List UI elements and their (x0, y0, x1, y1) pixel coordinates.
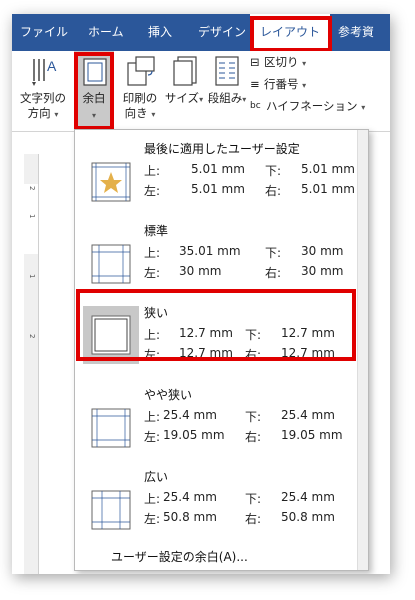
top-label: 上: (144, 492, 161, 506)
left-label: 左: (144, 266, 161, 280)
line-numbers-label: 行番号 ▾ (264, 77, 307, 91)
top-label: 上: (144, 410, 161, 424)
tab-design[interactable]: デザイン (198, 14, 246, 51)
bottom-value: 25.4 mm (281, 408, 335, 422)
breaks-button[interactable]: ⊟ 区切り ▾ (250, 53, 370, 73)
top-label: 上: (144, 164, 161, 178)
right-label: 右: (265, 266, 282, 280)
dropdown-scrollbar[interactable] (357, 130, 368, 570)
orientation-label-1: 印刷の (122, 91, 158, 105)
left-value: 5.01 mm (191, 182, 245, 196)
top-value: 25.4 mm (163, 490, 217, 504)
right-value: 30 mm (301, 264, 344, 278)
left-label: 左: (144, 184, 161, 198)
margin-preset-wide[interactable]: 広い 上: 25.4 mm 下: 25.4 mm 左: 50.8 mm 右: 5… (75, 466, 358, 540)
breaks-label: 区切り ▾ (264, 55, 307, 69)
bottom-label: 下: (245, 492, 262, 506)
bottom-label: 下: (265, 246, 282, 260)
preset-thumbnail (83, 240, 139, 288)
left-label: 左: (144, 512, 161, 526)
left-value: 30 mm (179, 264, 222, 278)
bottom-value: 25.4 mm (281, 490, 335, 504)
hyphenation-label: ハイフネーション ▾ (266, 99, 366, 113)
star-margin-icon (91, 162, 131, 202)
ribbon-tab-bar: ファイル ホーム 挿入 デザイン レイアウト 参考資 (12, 14, 390, 51)
ruler-page-area (24, 184, 38, 254)
tab-insert[interactable]: 挿入 (148, 14, 172, 51)
left-value: 19.05 mm (163, 428, 225, 442)
narrow-preset-highlight (76, 289, 356, 361)
left-value: 50.8 mm (163, 510, 217, 524)
bottom-value: 5.01 mm (301, 162, 355, 176)
preset-thumbnail (83, 158, 139, 206)
size-label: サイズ▾ (164, 91, 204, 105)
margin-preset-last-custom[interactable]: 最後に適用したユーザー設定 上: 5.01 mm 下: 5.01 mm 左: 5… (75, 138, 358, 212)
margin-preset-moderate[interactable]: やや狭い 上: 25.4 mm 下: 25.4 mm 左: 19.05 mm 右… (75, 384, 358, 458)
line-numbers-icon: ≡ (250, 77, 260, 91)
ruler-tick: 1 (28, 214, 36, 219)
page-setup-ribbon: A 文字列の 方向 ▾ 余白 ▾ 印刷の 向き ▾ サイズ▾ 段組み▾ ⊟ 区切… (12, 51, 390, 132)
text-direction-button[interactable]: A 文字列の 方向 ▾ (18, 51, 68, 131)
text-direction-icon: A (32, 58, 57, 86)
right-label: 右: (245, 512, 262, 526)
preset-name: 最後に適用したユーザー設定 (144, 142, 300, 156)
size-button[interactable]: サイズ▾ (164, 51, 204, 131)
preset-name: やや狭い (144, 388, 193, 402)
preset-thumbnail (83, 486, 139, 534)
top-value: 35.01 mm (179, 244, 241, 258)
ruler-tick: 2 (28, 186, 36, 191)
hyphenation-icon: bc (250, 101, 261, 111)
breaks-icon: ⊟ (250, 55, 260, 69)
bottom-label: 下: (245, 410, 262, 424)
left-label: 左: (144, 430, 161, 444)
preset-name: 標準 (144, 224, 169, 238)
line-numbers-button[interactable]: ≡ 行番号 ▾ (250, 75, 370, 95)
word-window: ファイル ホーム 挿入 デザイン レイアウト 参考資 A 文字列の 方向 ▾ 余… (12, 14, 390, 574)
orientation-icon (127, 56, 155, 86)
margin-preset-normal[interactable]: 標準 上: 35.01 mm 下: 30 mm 左: 30 mm 右: 30 m… (75, 220, 358, 294)
text-direction-label-2: 方向 ▾ (27, 106, 59, 120)
tab-file[interactable]: ファイル (20, 14, 68, 51)
top-value: 5.01 mm (191, 162, 245, 176)
preset-name: 広い (144, 470, 169, 484)
bottom-label: 下: (265, 164, 282, 178)
columns-button[interactable]: 段組み▾ (206, 51, 248, 131)
moderate-margin-icon (91, 408, 131, 448)
hyphenation-button[interactable]: bc ハイフネーション ▾ (250, 97, 390, 117)
columns-label: 段組み▾ (207, 91, 247, 105)
bottom-value: 30 mm (301, 244, 344, 258)
wide-margin-icon (91, 490, 131, 530)
ruler-tick: 1 (28, 274, 36, 279)
right-label: 右: (245, 430, 262, 444)
tab-home[interactable]: ホーム (88, 14, 124, 51)
normal-margin-icon (91, 244, 131, 284)
svg-text:A: A (47, 58, 57, 74)
ruler-tick: 2 (28, 334, 36, 339)
margins-button-highlight (74, 52, 114, 130)
size-icon (173, 56, 197, 86)
top-value: 25.4 mm (163, 408, 217, 422)
orientation-button[interactable]: 印刷の 向き ▾ (118, 51, 162, 131)
preset-thumbnail (83, 404, 139, 452)
top-label: 上: (144, 246, 161, 260)
custom-margins-item[interactable]: ユーザー設定の余白(A)... (111, 548, 248, 565)
right-value: 5.01 mm (301, 182, 355, 196)
right-value: 50.8 mm (281, 510, 335, 524)
right-value: 19.05 mm (281, 428, 343, 442)
right-label: 右: (265, 184, 282, 198)
orientation-label-2: 向き ▾ (124, 106, 156, 120)
columns-icon (215, 56, 239, 86)
text-direction-label-1: 文字列の (20, 91, 66, 105)
layout-tab-highlight (250, 16, 332, 52)
tab-references[interactable]: 参考資 (338, 14, 374, 51)
